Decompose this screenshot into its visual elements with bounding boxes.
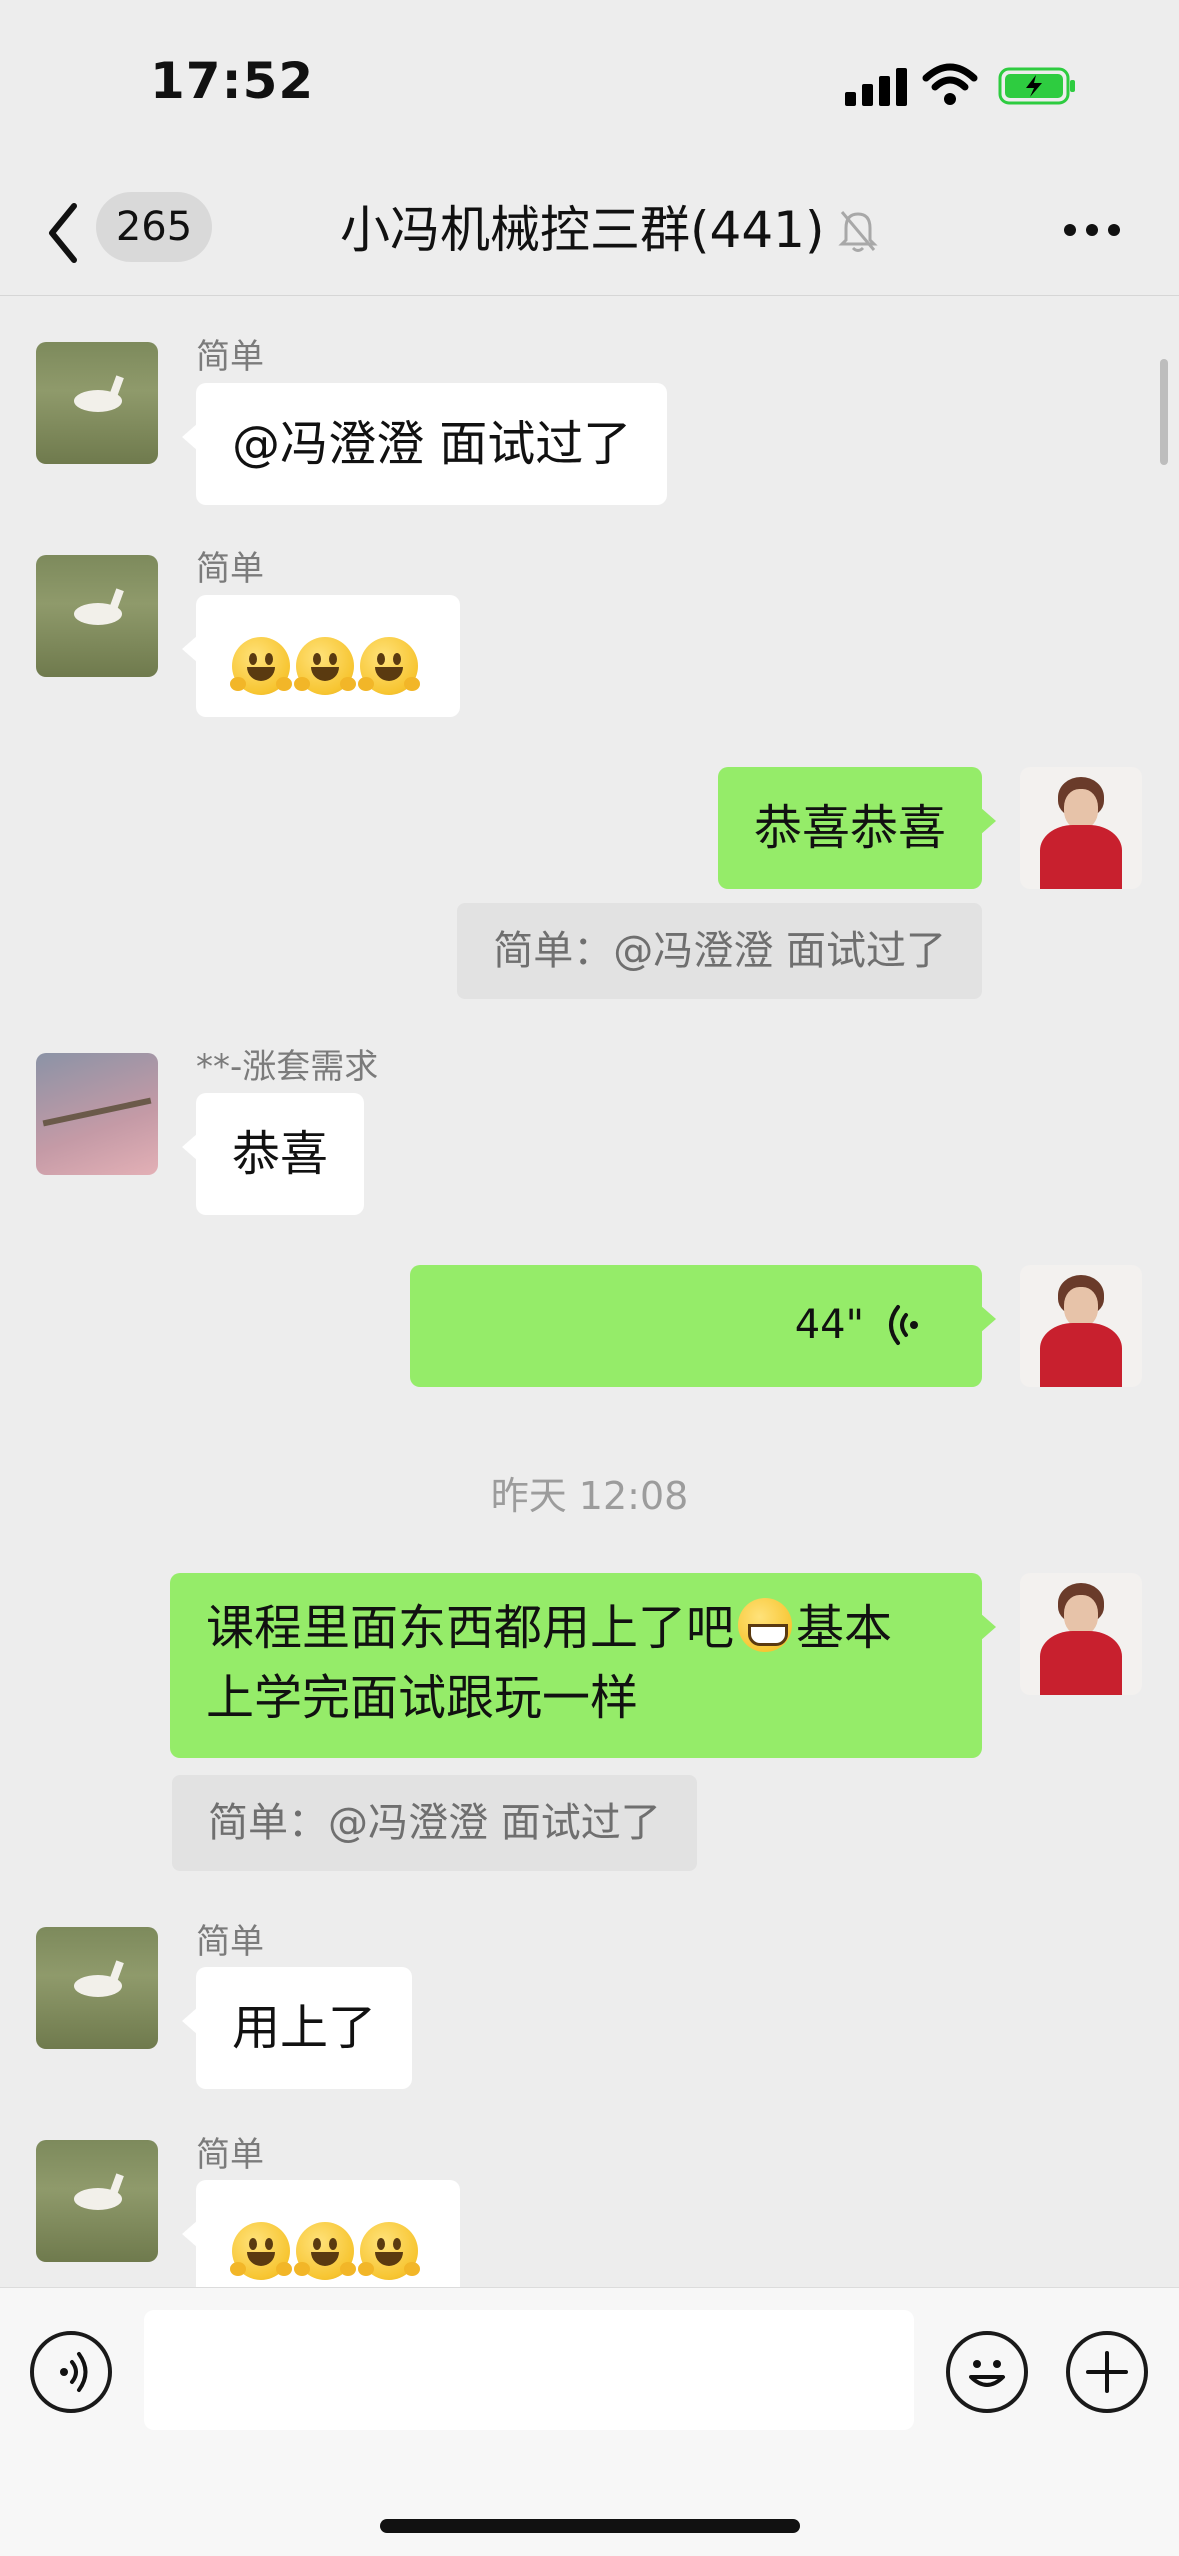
voice-duration: 44"	[794, 1302, 864, 1348]
smiling-hands-emoji	[230, 637, 292, 695]
message-text-line-1: 课程里面东西都用上了吧 基本	[206, 1598, 893, 1656]
voice-input-icon	[60, 2352, 88, 2392]
message-text: 恭喜	[232, 1126, 329, 1182]
emoji-message-bubble[interactable]	[182, 595, 460, 717]
woman-red-avatar[interactable]	[1020, 1265, 1142, 1387]
chevron-left-icon[interactable]	[42, 198, 86, 268]
peacock-avatar[interactable]	[36, 1927, 158, 2049]
status-time: 17:52	[150, 52, 315, 110]
voice-input-button[interactable]	[30, 2331, 112, 2413]
sender-name: 简单	[196, 337, 264, 377]
message-bubble[interactable]: @冯澄澄 面试过了	[181, 383, 668, 505]
smiling-hands-emoji	[294, 2222, 356, 2280]
scrollbar[interactable]	[1160, 359, 1168, 465]
quoted-message[interactable]: 简单：@冯澄澄 面试过了	[457, 903, 982, 999]
sender-name: 简单	[196, 2135, 264, 2175]
cellular-signal-icon	[845, 68, 907, 106]
plus-icon	[1086, 2351, 1128, 2393]
smiling-hands-emoji	[294, 637, 356, 695]
quoted-message[interactable]: 简单：@冯澄澄 面试过了	[172, 1775, 697, 1871]
emoji-smile-icon	[969, 2360, 1005, 2387]
message-bubble[interactable]: 用上了	[181, 1967, 413, 2089]
group-title[interactable]: 小冯机械控三群(441)	[340, 198, 824, 262]
bell-muted-icon	[838, 211, 878, 252]
home-indicator[interactable]	[380, 2519, 800, 2533]
smiling-hands-emoji	[358, 637, 420, 695]
wifi-icon	[922, 63, 978, 105]
sender-name: 简单	[196, 549, 264, 589]
branch-avatar[interactable]	[36, 1053, 158, 1175]
unread-count-badge[interactable]: 265	[96, 192, 212, 262]
peacock-avatar[interactable]	[36, 555, 158, 677]
sender-name: **-涨套需求	[196, 1047, 379, 1087]
battery-charging-icon	[998, 67, 1075, 105]
message-bubble[interactable]: 恭喜恭喜	[717, 767, 997, 889]
more-dots-icon[interactable]	[1064, 224, 1120, 238]
voice-message-bubble[interactable]: 44"	[410, 1265, 996, 1387]
input-bar	[0, 2287, 1179, 2556]
status-bar: 17:52	[0, 0, 1179, 170]
emoji-message-bubble[interactable]	[182, 2180, 460, 2287]
message-text: @冯澄澄 面试过了	[232, 416, 632, 472]
message-bubble[interactable]: 课程里面东西都用上了吧 基本 上学完面试跟玩一样	[170, 1573, 996, 1758]
message-text: 恭喜恭喜	[753, 800, 946, 856]
message-text-line-2: 上学完面试跟玩一样	[206, 1670, 639, 1726]
peacock-avatar[interactable]	[36, 342, 158, 464]
message-list[interactable]: 简单 @冯澄澄 面试过了 简单 恭喜恭喜 简单：@冯澄澄 面试过了 **-涨套需…	[0, 297, 1179, 2287]
woman-red-avatar[interactable]	[1020, 767, 1142, 889]
chat-header: 265 小冯机械控三群(441)	[0, 170, 1179, 296]
message-input[interactable]	[144, 2310, 914, 2430]
sender-name: 简单	[196, 1922, 264, 1962]
grinning-emoji	[738, 1598, 793, 1652]
woman-red-avatar[interactable]	[1020, 1573, 1142, 1695]
smiling-hands-emoji	[358, 2222, 420, 2280]
emoji-button[interactable]	[946, 2331, 1028, 2413]
plus-button[interactable]	[1066, 2331, 1148, 2413]
voice-wave-icon	[889, 1305, 918, 1345]
peacock-avatar[interactable]	[36, 2140, 158, 2262]
smiling-hands-emoji	[230, 2222, 292, 2280]
message-bubble[interactable]: 恭喜	[181, 1093, 365, 1215]
timestamp: 昨天 12:08	[490, 1474, 689, 1518]
message-text: 用上了	[232, 2000, 377, 2056]
